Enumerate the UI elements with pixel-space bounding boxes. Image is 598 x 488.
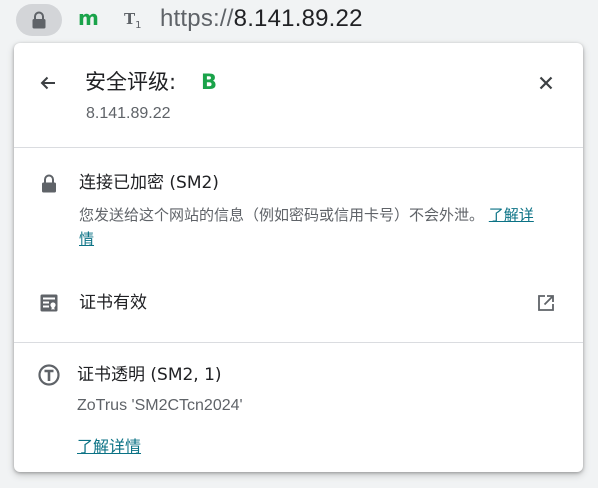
transparency-icon xyxy=(37,363,61,387)
translate-icon-label: T xyxy=(124,10,136,28)
back-button[interactable] xyxy=(36,71,60,95)
close-button[interactable] xyxy=(534,71,558,95)
security-popup: 安全评级: B 8.141.89.22 连接已加密 (SM2) 您发送给这个网站… xyxy=(14,43,583,472)
site-host: 8.141.89.22 xyxy=(86,105,171,122)
certificate-icon xyxy=(37,291,61,315)
external-link-icon[interactable] xyxy=(536,293,556,313)
transparency-title: 证书透明 (SM2, 1) xyxy=(77,365,222,385)
divider xyxy=(14,342,583,343)
connection-title: 连接已加密 (SM2) xyxy=(79,173,219,193)
connection-description-text: 您发送给这个网站的信息（例如密码或信用卡号）不会外泄。 xyxy=(79,206,485,224)
learn-more-link[interactable]: 了解详情 xyxy=(77,437,141,456)
url-text[interactable]: https://8.141.89.22 xyxy=(160,5,363,33)
connection-description: 您发送给这个网站的信息（例如密码或信用卡号）不会外泄。 了解详情 xyxy=(79,203,539,251)
divider xyxy=(14,147,583,148)
url-host: 8.141.89.22 xyxy=(233,5,363,32)
transparency-learn-more: 了解详情 xyxy=(77,435,141,459)
security-grade: B xyxy=(201,70,218,94)
translate-icon-sub: 1 xyxy=(135,20,142,31)
transparency-detail: ZoTrus 'SM2CTcn2024' xyxy=(77,397,243,414)
extension-icon[interactable]: m xyxy=(78,5,99,31)
popup-title: 安全评级: xyxy=(85,70,177,94)
certificate-label: 证书有效 xyxy=(79,293,147,313)
url-scheme: https:// xyxy=(160,5,234,32)
lock-icon xyxy=(32,11,46,29)
translate-icon[interactable]: T1 xyxy=(124,9,142,36)
lock-icon xyxy=(37,171,61,195)
arrow-left-icon xyxy=(40,76,55,90)
site-info-button[interactable] xyxy=(16,4,62,36)
extension-label: m xyxy=(78,6,99,30)
address-bar: m T1 https://8.141.89.22 xyxy=(0,0,598,40)
close-icon xyxy=(539,76,553,90)
certificate-row[interactable]: 证书有效 xyxy=(14,273,583,333)
